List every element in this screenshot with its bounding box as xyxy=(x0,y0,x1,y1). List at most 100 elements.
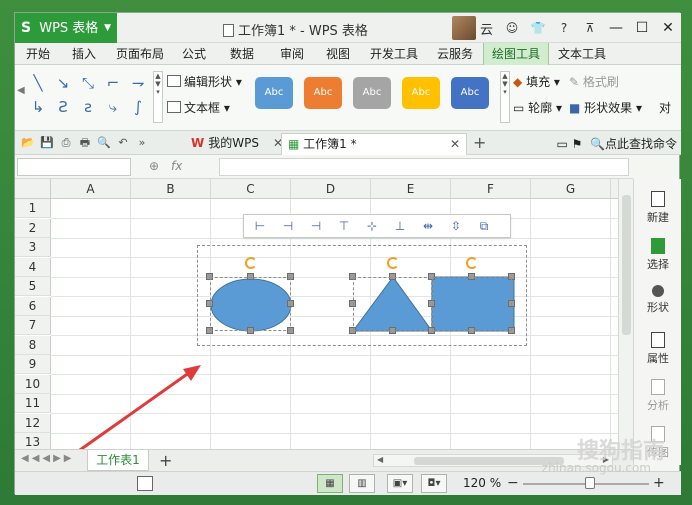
group-icon[interactable]: ⧉ xyxy=(472,216,496,236)
align-bottom-icon[interactable]: ⊥ xyxy=(388,216,412,236)
maximize-button[interactable]: ☐ xyxy=(629,13,655,43)
elbow-arrow-icon[interactable]: ⇁ xyxy=(127,71,149,95)
emoji-icon[interactable]: ☺ xyxy=(501,17,523,39)
tab-my-wps[interactable]: W 我的WPS ✕ xyxy=(185,133,289,155)
normal-view-button[interactable]: ▦ xyxy=(317,474,343,493)
row-header-7[interactable]: 7 xyxy=(15,316,51,335)
sheet-tab-1[interactable]: 工作表1 xyxy=(87,450,149,471)
add-sheet-button[interactable]: + xyxy=(159,451,172,470)
tab-10[interactable]: 文本工具 xyxy=(549,43,615,65)
style-gallery-scroll[interactable]: ▲ ▼ ▾ xyxy=(500,71,510,123)
rotate-handle-icon[interactable] xyxy=(386,257,399,269)
curve-arrow-icon[interactable]: ⤷ xyxy=(102,95,124,119)
skin-icon[interactable]: 👕 xyxy=(527,17,549,39)
fx-label[interactable]: fx xyxy=(171,159,182,173)
row-header-9[interactable]: 9 xyxy=(15,355,51,374)
print-preview-icon[interactable]: 🔍 xyxy=(95,135,113,151)
tab-4[interactable]: 数据 xyxy=(215,43,269,65)
undo-icon[interactable]: ↶ xyxy=(114,135,132,151)
tab-2[interactable]: 页面布局 xyxy=(107,43,173,65)
macro-record-icon[interactable] xyxy=(137,476,153,491)
tab-7[interactable]: 开发工具 xyxy=(361,43,427,65)
align-left-icon[interactable]: ⊢ xyxy=(248,216,272,236)
tab-3[interactable]: 公式 xyxy=(173,43,215,65)
column-header-a[interactable]: A xyxy=(51,179,131,199)
outline-button[interactable]: ▭ 轮廓 ▾ xyxy=(513,99,562,116)
row-header-13[interactable]: 13 xyxy=(15,433,51,449)
side-panel-shape[interactable]: 形状 xyxy=(634,285,682,315)
eye-protect-button[interactable]: ◘▾ xyxy=(421,474,447,493)
scroll-left-icon[interactable]: ◀ xyxy=(377,455,383,464)
distribute-vertical-icon[interactable]: ⇳ xyxy=(444,216,468,236)
edit-shape-button[interactable]: 编辑形状 ▾ xyxy=(167,73,242,90)
row-header-10[interactable]: 10 xyxy=(15,374,51,394)
freeform-icon[interactable]: ∫ xyxy=(127,95,149,119)
row-header-3[interactable]: 3 xyxy=(15,238,51,257)
rotate-handle-icon[interactable] xyxy=(466,257,478,269)
tab-workbook[interactable]: ▦ 工作簿1 * ✕ xyxy=(281,133,467,155)
tab-6[interactable]: 视图 xyxy=(315,43,361,65)
textbox-button[interactable]: 文本框 ▾ xyxy=(167,99,230,116)
side-panel-select[interactable]: 选择 xyxy=(634,238,682,272)
sheet-nav-arrows[interactable]: ◀◀◀▶▶ xyxy=(21,453,74,464)
shape-style-3[interactable]: Abc xyxy=(353,77,391,109)
elbow-connector-icon[interactable]: ⌐ xyxy=(102,71,124,95)
row-header-12[interactable]: 12 xyxy=(15,413,51,433)
vertical-scroll-thumb[interactable] xyxy=(622,195,631,335)
select-all-corner[interactable] xyxy=(15,179,51,199)
more-icon[interactable]: » xyxy=(133,135,151,151)
open-icon[interactable]: 📂 xyxy=(19,135,37,151)
column-header-b[interactable]: B xyxy=(131,179,211,199)
app-menu-button[interactable]: S WPS 表格 ▼ xyxy=(15,13,117,43)
align-right-icon[interactable]: ⊣ xyxy=(304,216,328,236)
vertical-scrollbar[interactable] xyxy=(618,179,633,449)
shape-gallery-scroll[interactable]: ▲ ▼ ▾ xyxy=(153,71,163,123)
zoom-in-button[interactable]: + xyxy=(653,475,665,491)
column-header-g[interactable]: G xyxy=(531,179,611,199)
new-tab-button[interactable]: + xyxy=(473,133,486,152)
name-box[interactable] xyxy=(17,158,131,176)
minimize-ribbon-icon[interactable]: ⊼ xyxy=(579,17,601,39)
row-header-4[interactable]: 4 xyxy=(15,257,51,277)
line-icon[interactable]: ╲ xyxy=(27,71,49,95)
align-middle-icon[interactable]: ⊹ xyxy=(360,216,384,236)
zoom-icon[interactable]: ⊕ xyxy=(149,159,159,173)
tab-9[interactable]: 绘图工具 xyxy=(483,43,549,65)
column-header-c[interactable]: C xyxy=(211,179,291,199)
find-command-box[interactable]: ▭ ⚑ 🔍点此查找命令 xyxy=(556,135,677,152)
row-header-8[interactable]: 8 xyxy=(15,335,51,355)
column-header-f[interactable]: F xyxy=(451,179,531,199)
shape-style-4[interactable]: Abc xyxy=(402,77,440,109)
tab-5[interactable]: 审阅 xyxy=(269,43,315,65)
shape-gallery[interactable]: ╲ ↘ ⤡ ⌐ ⇁ ↳ Ƨ ꙅ ⤷ ∫ xyxy=(27,71,157,123)
save-icon[interactable]: 💾 xyxy=(38,135,56,151)
tab-0[interactable]: 开始 xyxy=(15,43,61,65)
minimize-button[interactable]: — xyxy=(603,13,629,43)
close-tab-icon[interactable]: ✕ xyxy=(450,134,460,154)
formula-input[interactable] xyxy=(219,158,629,176)
zoom-level[interactable]: 120 % xyxy=(463,476,501,490)
row-header-2[interactable]: 2 xyxy=(15,218,51,238)
align-top-icon[interactable]: ⊤ xyxy=(332,216,356,236)
page-break-view-button[interactable]: ▥ xyxy=(349,474,375,493)
shape-style-2[interactable]: Abc xyxy=(304,77,342,109)
side-panel-analyze[interactable]: 分析 xyxy=(634,379,682,413)
zoom-out-button[interactable]: − xyxy=(507,475,519,491)
tab-1[interactable]: 插入 xyxy=(61,43,107,65)
connector-icon[interactable]: ↳ xyxy=(27,95,49,119)
avatar[interactable] xyxy=(451,16,476,40)
row-header-11[interactable]: 11 xyxy=(15,394,51,413)
connector-arrow-icon[interactable]: Ƨ xyxy=(52,95,74,119)
side-panel-property[interactable]: 属性 xyxy=(634,332,682,366)
user-name[interactable]: 云 xyxy=(480,19,493,38)
help-icon[interactable]: ? xyxy=(553,17,575,39)
align-button[interactable]: 对 xyxy=(659,99,671,116)
distribute-horizontal-icon[interactable]: ⇹ xyxy=(416,216,440,236)
row-header-5[interactable]: 5 xyxy=(15,277,51,296)
fill-button[interactable]: ◆ 填充 ▾ xyxy=(513,73,560,90)
print-icon[interactable]: 🖶 xyxy=(76,135,94,151)
column-header-e[interactable]: E xyxy=(371,179,451,199)
ribbon-scroll-left-icon[interactable]: ◀ xyxy=(17,85,25,96)
shape-style-1[interactable]: Abc xyxy=(255,77,293,109)
curve-connector-icon[interactable]: ꙅ xyxy=(77,95,99,119)
